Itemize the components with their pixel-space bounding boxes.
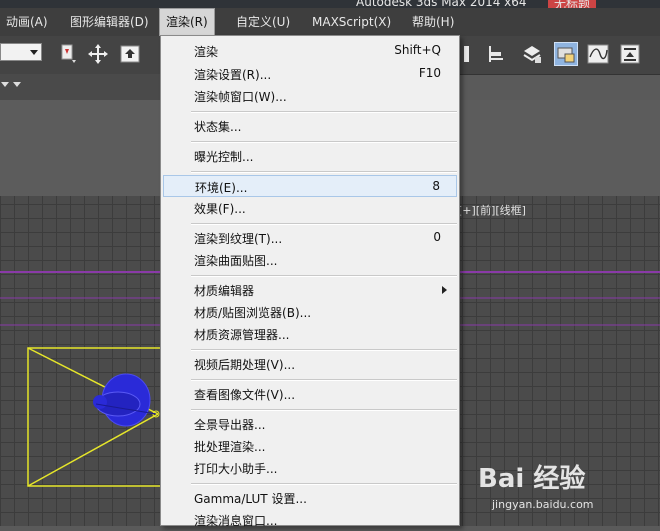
rendering-menu: 渲染 Shift+Q 渲染设置(R)... F10 渲染帧窗口(W)... 状态… bbox=[160, 35, 460, 528]
menu-separator bbox=[191, 379, 457, 381]
menu-item-state-sets[interactable]: 状态集... bbox=[163, 115, 457, 137]
menu-item-video-post[interactable]: 视频后期处理(V)... bbox=[163, 353, 457, 375]
menu-item-label: 批处理渲染... bbox=[194, 440, 266, 454]
menu-item-label: 全景导出器... bbox=[194, 418, 266, 432]
menu-item-label: 渲染到纹理(T)... bbox=[194, 232, 283, 246]
menu-item-shortcut: 0 bbox=[433, 230, 441, 244]
menu-item-shortcut: 8 bbox=[432, 179, 440, 193]
menu-item-panorama-exporter[interactable]: 全景导出器... bbox=[163, 413, 457, 435]
menu-item-effects[interactable]: 效果(F)... bbox=[163, 197, 457, 219]
menu-item-render-to-texture[interactable]: 渲染到纹理(T)... 0 bbox=[163, 227, 457, 249]
menu-item-label: 渲染 bbox=[194, 45, 219, 59]
menu-item-material-editor[interactable]: 材质编辑器 bbox=[163, 279, 457, 301]
menu-item-material-explorer[interactable]: 材质资源管理器... bbox=[163, 323, 457, 345]
menu-item-label: 效果(F)... bbox=[194, 202, 246, 216]
menu-item-label: 曝光控制... bbox=[194, 150, 254, 164]
menu-item-label: 渲染曲面贴图... bbox=[194, 254, 278, 268]
watermark-logo: Bai 经验 bbox=[478, 464, 586, 494]
baidu-watermark: Bai 经验 jingyan.baidu.com bbox=[478, 452, 658, 522]
menu-item-environment[interactable]: 环境(E)... 8 bbox=[163, 175, 457, 197]
menu-separator bbox=[191, 409, 457, 411]
menu-item-label: 渲染消息窗口... bbox=[194, 514, 278, 528]
menu-item-render-message-window[interactable]: 渲染消息窗口... bbox=[163, 509, 457, 531]
menu-separator bbox=[191, 171, 457, 173]
menu-item-label: 打印大小助手... bbox=[194, 462, 278, 476]
menu-item-label: 渲染设置(R)... bbox=[194, 68, 272, 82]
menu-item-label: 材质编辑器 bbox=[194, 284, 255, 298]
menu-item-material-map-browser[interactable]: 材质/贴图浏览器(B)... bbox=[163, 301, 457, 323]
menu-item-batch-render[interactable]: 批处理渲染... bbox=[163, 435, 457, 457]
menu-separator bbox=[191, 275, 457, 277]
menu-item-shortcut: F10 bbox=[418, 66, 441, 80]
menu-item-view-image-file[interactable]: 查看图像文件(V)... bbox=[163, 383, 457, 405]
menu-separator bbox=[191, 111, 457, 113]
menu-separator bbox=[191, 349, 457, 351]
menu-separator bbox=[191, 223, 457, 225]
camera-line bbox=[27, 413, 159, 487]
wireframe-object-part bbox=[93, 395, 107, 409]
menu-item-gamma-lut-setup[interactable]: Gamma/LUT 设置... bbox=[163, 487, 457, 509]
menu-item-render[interactable]: 渲染 Shift+Q bbox=[163, 40, 457, 62]
menu-item-label: 状态集... bbox=[194, 120, 242, 134]
menu-item-label: 材质资源管理器... bbox=[194, 328, 290, 342]
submenu-arrow-icon bbox=[442, 286, 447, 294]
menu-item-shortcut: Shift+Q bbox=[394, 43, 441, 57]
menu-item-exposure-control[interactable]: 曝光控制... bbox=[163, 145, 457, 167]
menu-item-label: 视频后期处理(V)... bbox=[194, 358, 296, 372]
menu-item-label: 材质/贴图浏览器(B)... bbox=[194, 306, 312, 320]
menu-separator bbox=[191, 483, 457, 485]
menu-item-print-size-assistant[interactable]: 打印大小助手... bbox=[163, 457, 457, 479]
menu-separator bbox=[191, 141, 457, 143]
watermark-url: jingyan.baidu.com bbox=[492, 498, 594, 511]
menu-item-label: 环境(E)... bbox=[195, 181, 248, 195]
menu-item-label: Gamma/LUT 设置... bbox=[194, 492, 307, 506]
menu-item-render-surface-map[interactable]: 渲染曲面贴图... bbox=[163, 249, 457, 271]
menu-item-label: 查看图像文件(V)... bbox=[194, 388, 296, 402]
menu-item-label: 渲染帧窗口(W)... bbox=[194, 90, 287, 104]
menu-item-rendered-frame-window[interactable]: 渲染帧窗口(W)... bbox=[163, 85, 457, 107]
menu-item-render-setup[interactable]: 渲染设置(R)... F10 bbox=[163, 63, 457, 85]
